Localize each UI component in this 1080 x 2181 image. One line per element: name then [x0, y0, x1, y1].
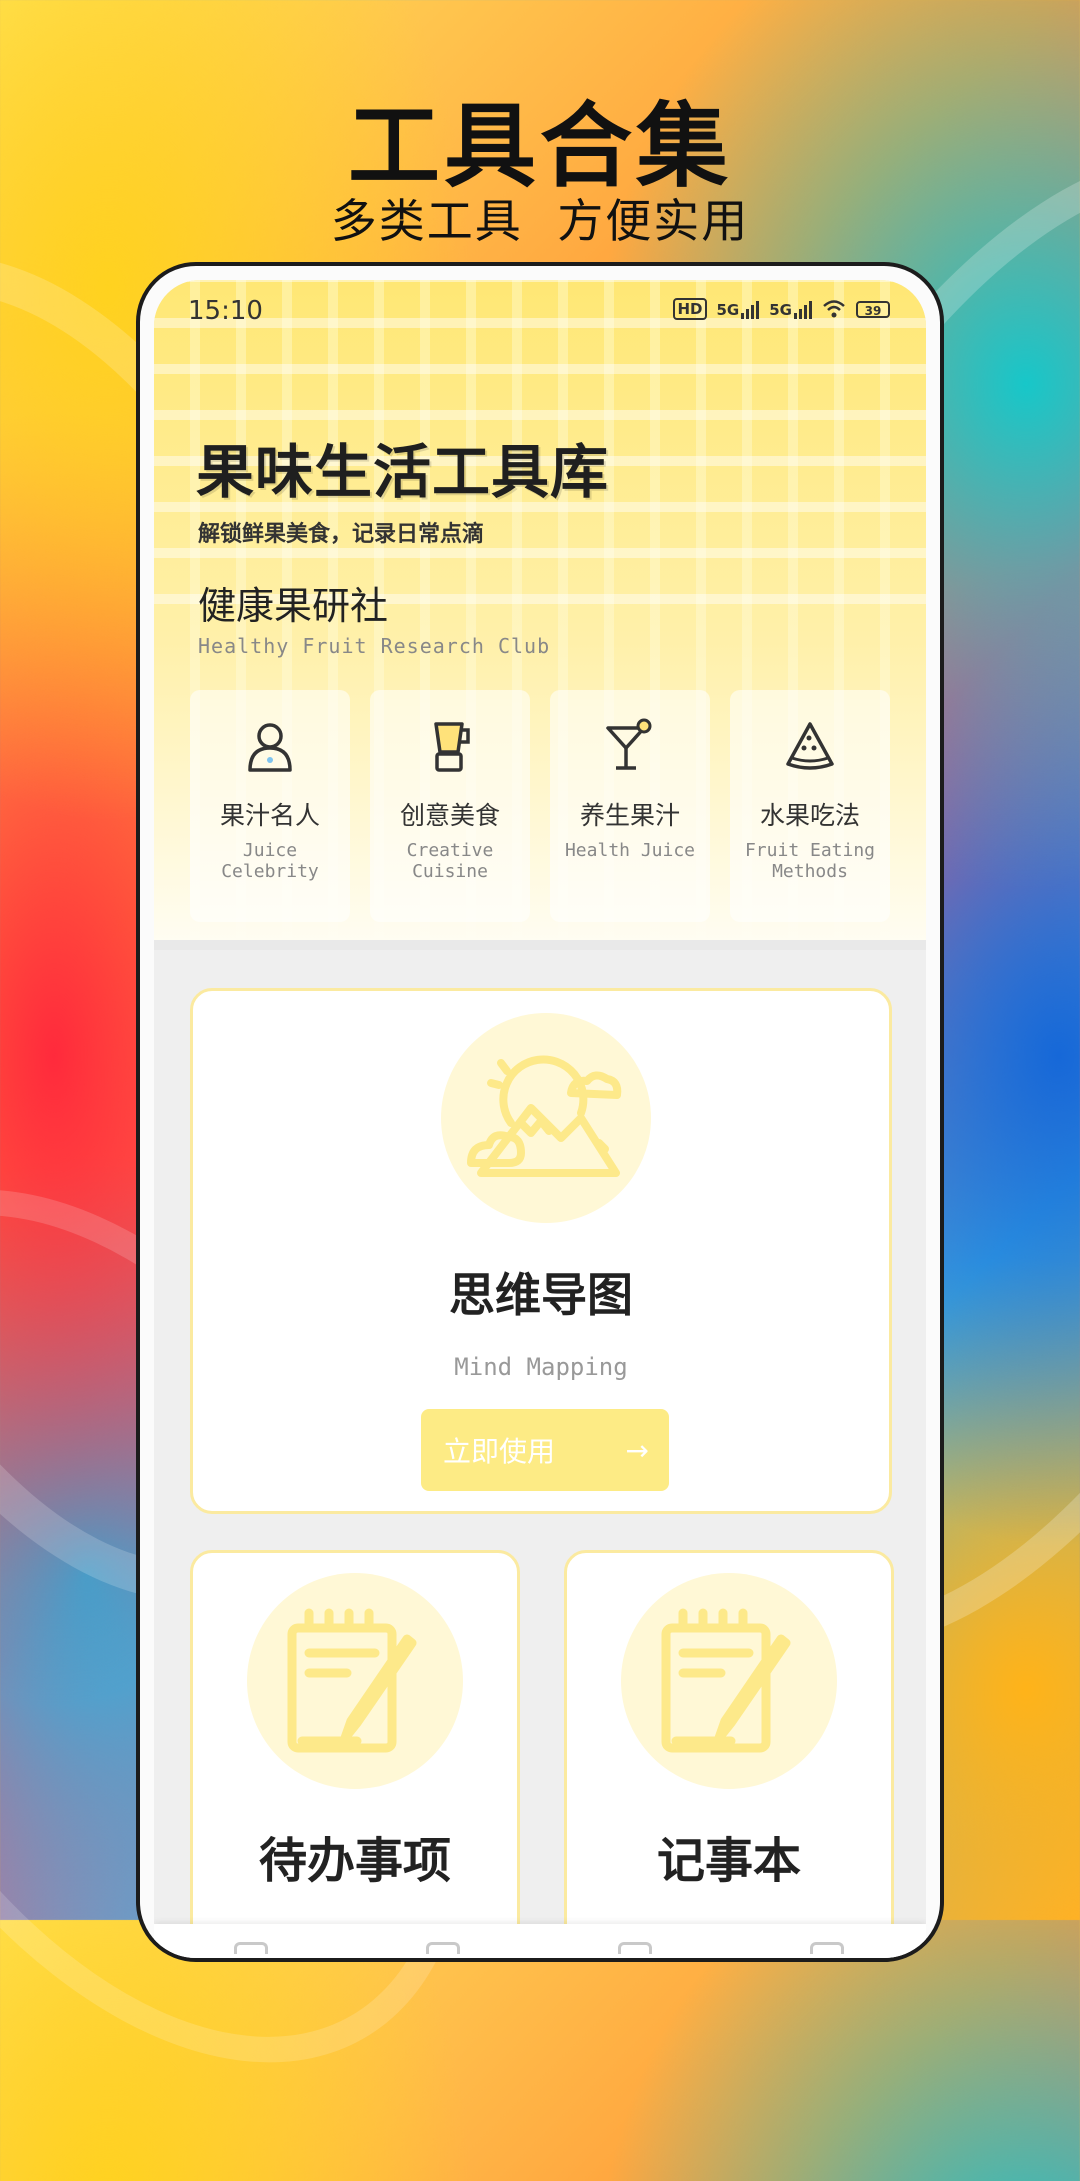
cocktail-icon [606, 718, 652, 770]
icon-circle [621, 1573, 837, 1789]
category-label: 创意美食 [399, 801, 500, 830]
club-name-en: Healthy Fruit Research Club [198, 634, 551, 658]
category-label: 果汁名人 [219, 801, 320, 830]
app-screen: 15:10 HD 5G 5G 39 果味生活工具库 解锁鲜果美食，记录日常点滴 … [154, 280, 926, 1958]
status-time: 15:10 [188, 296, 263, 326]
status-bar: 15:10 HD 5G 5G 39 [154, 280, 926, 340]
wifi-icon [823, 300, 845, 318]
tab-home-icon[interactable] [234, 1942, 268, 1954]
category-health-juice[interactable]: 养生果汁 Health Juice [550, 690, 710, 922]
tab-profile-icon[interactable] [810, 1942, 844, 1954]
network-type-label: 5G [716, 301, 740, 319]
tool-card-todo[interactable]: 待办事项 [190, 1550, 520, 1950]
tab-discover-icon[interactable] [618, 1942, 652, 1954]
category-label-en: Juice Celebrity [221, 840, 319, 882]
tab-tools-icon[interactable] [426, 1942, 460, 1954]
section-divider [154, 940, 926, 950]
category-label: 水果吃法 [759, 801, 860, 830]
app-title: 果味生活工具库 [196, 438, 610, 506]
category-label-en: Fruit Eating Methods [744, 840, 876, 882]
category-juice-celebrity[interactable]: 果汁名人 Juice Celebrity [190, 690, 350, 922]
battery-icon: 39 [856, 300, 890, 318]
category-label-en: Creative Cuisine [406, 840, 494, 882]
category-fruit-eating-methods[interactable]: 水果吃法 Fruit Eating Methods [730, 690, 890, 922]
icon-circle [247, 1573, 463, 1789]
phone-frame: 15:10 HD 5G 5G 39 果味生活工具库 解锁鲜果美食，记录日常点滴 … [136, 262, 944, 1962]
notepad-pen-icon [661, 1608, 791, 1753]
category-label: 养生果汁 [579, 801, 680, 830]
blender-icon [434, 722, 470, 772]
tool-title-en: Mind Mapping [454, 1353, 628, 1381]
signal-icon-2: 5G [769, 299, 812, 319]
mountain-sun-icon [467, 1055, 622, 1177]
watermelon-slice-icon [786, 722, 834, 770]
signal-icon: 5G [717, 299, 760, 319]
tool-title: 记事本 [656, 1833, 801, 1889]
tool-card-mind-mapping[interactable]: 思维导图 Mind Mapping 立即使用 → [190, 988, 892, 1514]
app-subtitle: 解锁鲜果美食，记录日常点滴 [198, 522, 485, 547]
status-icons: HD 5G 5G 39 [673, 298, 890, 320]
arrow-right-icon: → [625, 1433, 649, 1467]
person-icon [248, 723, 292, 772]
icon-circle [441, 1013, 651, 1223]
hd-icon: HD [673, 298, 707, 320]
promo-subtitle: 多类工具 方便实用 [330, 194, 750, 248]
use-now-button[interactable]: 立即使用 → [421, 1409, 669, 1491]
club-name: 健康果研社 [198, 584, 389, 628]
category-creative-cuisine[interactable]: 创意美食 Creative Cuisine [370, 690, 530, 922]
use-now-label: 立即使用 [443, 1435, 556, 1468]
category-grid: 果汁名人 Juice Celebrity 创意美食 Creative Cuisi… [190, 690, 890, 922]
category-label-en: Health Juice [564, 840, 696, 861]
tool-card-notepad[interactable]: 记事本 [564, 1550, 894, 1950]
notepad-pen-icon [287, 1608, 417, 1753]
network-type-label-2: 5G [769, 301, 792, 319]
tool-title: 思维导图 [449, 1268, 633, 1322]
tool-title: 待办事项 [258, 1833, 451, 1889]
bottom-tab-bar [154, 1924, 926, 1958]
